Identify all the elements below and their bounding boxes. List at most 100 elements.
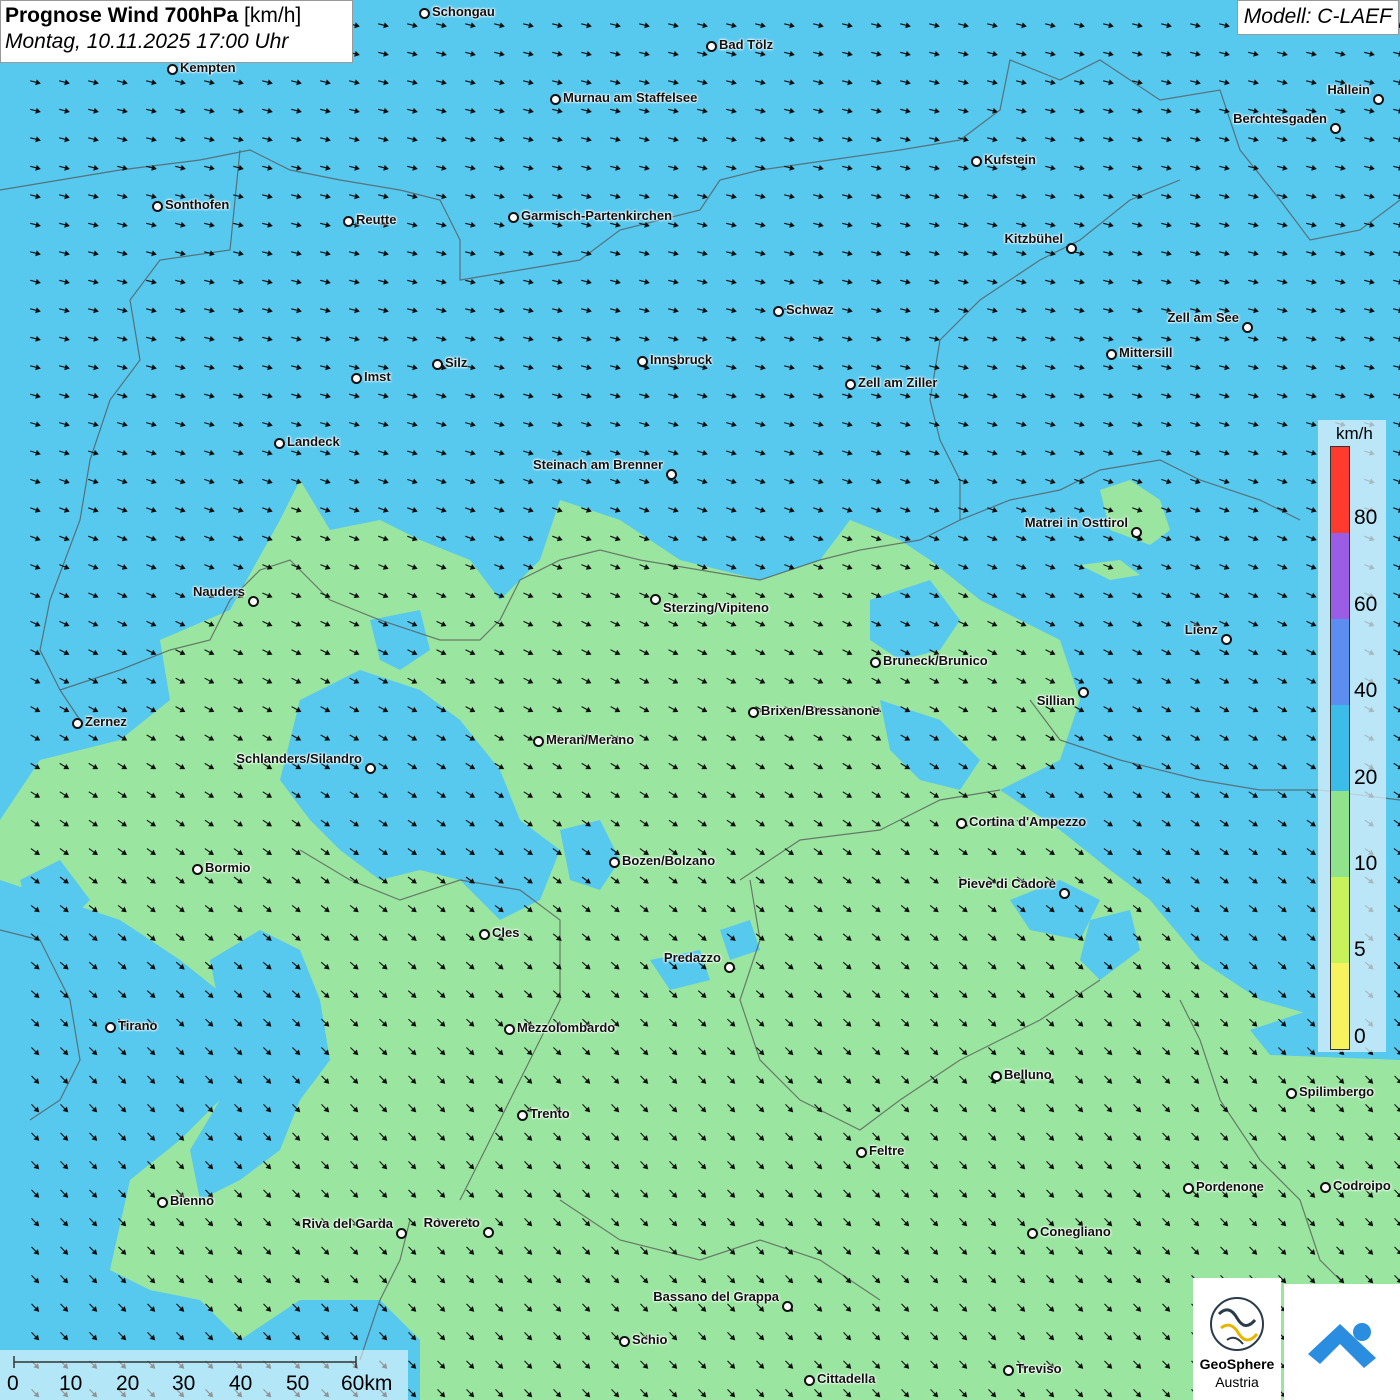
city-marker-icon: [991, 1071, 1002, 1082]
city-label: Schlanders/Silandro: [236, 751, 362, 766]
city-marker-icon: [870, 657, 881, 668]
legend-label: 20: [1354, 766, 1378, 789]
city-label: Cles: [492, 925, 520, 940]
geosphere-logo[interactable]: GeoSphere Austria: [1193, 1278, 1281, 1400]
city-label: Lienz: [1184, 622, 1218, 637]
city-marker-icon: [971, 156, 982, 167]
city-marker-icon: [706, 41, 717, 52]
city-label: Zernez: [85, 714, 127, 729]
city-label: Schwaz: [786, 302, 834, 317]
city-label: Treviso: [1016, 1361, 1062, 1376]
city-marker-icon: [637, 356, 648, 367]
city-marker-icon: [550, 94, 561, 105]
scale-label: 0: [7, 1372, 19, 1395]
city-label: Schio: [632, 1332, 668, 1347]
map-title: Prognose Wind 700hPa [km/h]: [5, 4, 348, 28]
legend-color-segment: [1331, 533, 1349, 619]
partner-logo[interactable]: [1284, 1284, 1400, 1400]
city-marker-icon: [856, 1147, 867, 1158]
city-label: Kufstein: [984, 152, 1036, 167]
city-label: Landeck: [287, 434, 340, 449]
city-marker-icon: [105, 1022, 116, 1033]
city-marker-icon: [1242, 322, 1253, 333]
color-legend: km/h 80 60 40 20 10 5 0: [1318, 420, 1386, 1052]
city-marker-icon: [845, 379, 856, 390]
city-marker-icon: [1078, 687, 1089, 698]
scale-label: 40: [229, 1372, 253, 1395]
city-label: Sonthofen: [165, 197, 230, 212]
city-label: Zell am Ziller: [858, 375, 938, 390]
city-marker-icon: [773, 306, 784, 317]
city-marker-icon: [1027, 1228, 1038, 1239]
legend-label: 80: [1354, 506, 1378, 529]
city-label: Trento: [530, 1106, 570, 1121]
city-label: Schongau: [432, 4, 495, 19]
city-label: Reutte: [356, 212, 397, 227]
city-label: Predazzo: [663, 950, 721, 965]
city-marker-icon: [1059, 888, 1070, 899]
city-label: Murnau am Staffelsee: [563, 90, 698, 105]
city-marker-icon: [1131, 527, 1142, 538]
city-label: Hallein: [1327, 82, 1370, 97]
city-marker-icon: [192, 864, 203, 875]
scale-label: 60km: [341, 1372, 393, 1395]
city-label: Cittadella: [817, 1371, 876, 1386]
model-label: Modell: C-LAEF: [1236, 0, 1399, 35]
geosphere-logo-line1: GeoSphere: [1199, 1356, 1275, 1372]
city-label: Mittersill: [1119, 345, 1173, 360]
city-label: Zell am See: [1167, 310, 1239, 325]
city-marker-icon: [365, 763, 376, 774]
city-label: Imst: [364, 369, 391, 384]
city-marker-icon: [167, 64, 178, 75]
city-marker-icon: [517, 1110, 528, 1121]
city-label: Pieve di Cadore: [958, 876, 1056, 891]
city-label: Bruneck/Brunico: [883, 653, 988, 668]
legend-color-segment: [1331, 791, 1349, 877]
scale-label: 30: [172, 1372, 196, 1395]
legend-label: 5: [1354, 938, 1366, 961]
city-label: Rovereto: [423, 1215, 480, 1230]
city-label: Codroipo: [1333, 1178, 1391, 1193]
city-marker-icon: [956, 818, 967, 829]
scale-label: 20: [116, 1372, 140, 1395]
city-label: Meran/Merano: [546, 732, 635, 747]
city-label: Bormio: [205, 860, 251, 875]
city-marker-icon: [274, 438, 285, 449]
city-marker-icon: [782, 1301, 793, 1312]
city-label: Feltre: [869, 1143, 905, 1158]
city-marker-icon: [72, 718, 83, 729]
city-label: Kitzbühel: [1004, 231, 1064, 246]
city-label: Brixen/Bressanone: [761, 703, 880, 718]
city-marker-icon: [1286, 1088, 1297, 1099]
legend-unit: km/h: [1336, 424, 1373, 443]
city-label: Conegliano: [1040, 1224, 1111, 1239]
city-marker-icon: [804, 1375, 815, 1386]
legend-label: 60: [1354, 593, 1378, 616]
city-marker-icon: [650, 594, 661, 605]
city-label: Bienno: [170, 1193, 215, 1208]
legend-label: 40: [1354, 679, 1378, 702]
city-label: Innsbruck: [650, 352, 713, 367]
city-marker-icon: [432, 359, 443, 370]
city-marker-icon: [396, 1228, 407, 1239]
city-marker-icon: [666, 469, 677, 480]
city-label: Belluno: [1004, 1067, 1052, 1082]
city-marker-icon: [419, 8, 430, 19]
city-marker-icon: [479, 929, 490, 940]
legend-color-bar: [1330, 446, 1350, 1050]
city-marker-icon: [248, 596, 259, 607]
city-label: Garmisch-Partenkirchen: [521, 208, 673, 223]
city-label: Berchtesgaden: [1233, 111, 1327, 126]
city-marker-icon: [724, 962, 735, 973]
city-marker-icon: [1320, 1182, 1331, 1193]
city-marker-icon: [504, 1024, 515, 1035]
city-label: Bad Tölz: [719, 37, 774, 52]
city-label: Bassano del Grappa: [653, 1289, 779, 1304]
geosphere-logo-line2: Austria: [1215, 1374, 1259, 1390]
geosphere-emblem-icon: [1210, 1297, 1264, 1351]
city-label: Tirano: [118, 1018, 158, 1033]
city-marker-icon: [533, 736, 544, 747]
city-marker-icon: [1221, 634, 1232, 645]
legend-color-segment: [1331, 877, 1349, 963]
wind-forecast-map: Schongau Bad Tölz Kempten Murnau am Staffel…: [0, 0, 1400, 1400]
